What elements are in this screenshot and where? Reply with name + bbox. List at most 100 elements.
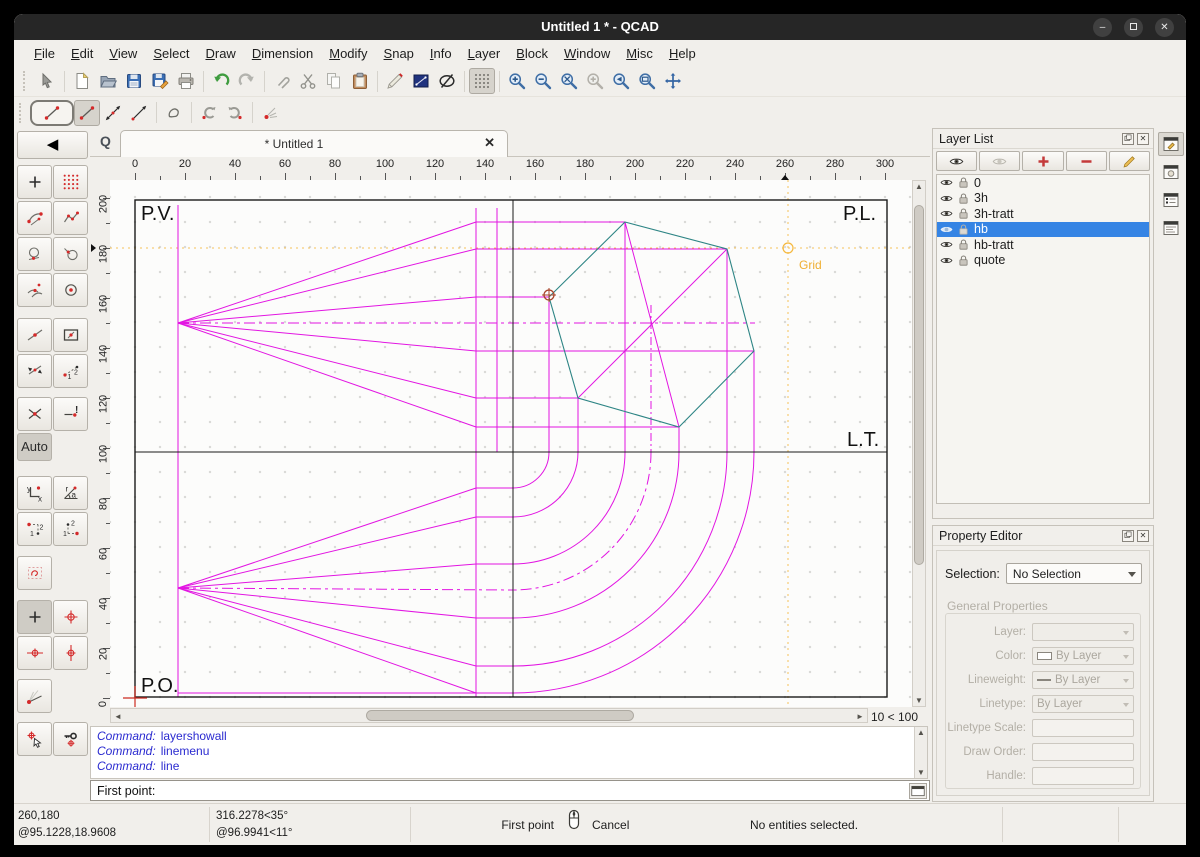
snap-auto-button[interactable]: Auto — [17, 433, 52, 461]
paste-button[interactable] — [347, 68, 373, 94]
isometric-off-button[interactable] — [434, 68, 460, 94]
layer-row[interactable]: 3h — [937, 191, 1149, 207]
background-color-button[interactable] — [408, 68, 434, 94]
snap-perpendicular-button[interactable] — [17, 237, 52, 271]
menu-window[interactable]: Window — [556, 43, 618, 64]
toggle-command-line-button[interactable] — [1158, 216, 1184, 240]
snap-distance-button[interactable] — [53, 354, 88, 388]
property-combobox[interactable]: By Layer — [1032, 695, 1134, 713]
snap-tangential-button[interactable] — [17, 273, 52, 307]
snap-relative-1-button[interactable] — [17, 512, 52, 546]
menu-misc[interactable]: Misc — [618, 43, 661, 64]
canvas-vertical-scrollbar[interactable]: ▲ ▼ — [912, 180, 926, 707]
menu-edit[interactable]: Edit — [63, 43, 101, 64]
eye-icon[interactable] — [940, 238, 953, 251]
eye-icon[interactable] — [940, 192, 953, 205]
copy-button[interactable] — [321, 68, 347, 94]
drawing-canvas[interactable]: GridP.V.P.L.L.T.P.O. — [110, 180, 912, 707]
drawing-preferences-button[interactable] — [382, 68, 408, 94]
snap-grid-button[interactable] — [53, 165, 88, 199]
scroll-right-icon[interactable]: ► — [854, 712, 866, 721]
close-button[interactable]: ✕ — [1155, 18, 1174, 37]
snap-free-button[interactable] — [17, 165, 52, 199]
history-scrollbar[interactable]: ▲▼ — [914, 727, 927, 778]
menu-help[interactable]: Help — [661, 43, 704, 64]
toolbar-grip[interactable] — [19, 103, 26, 123]
menu-draw[interactable]: Draw — [197, 43, 243, 64]
undo-button[interactable] — [208, 68, 234, 94]
snap-intersection-button[interactable] — [17, 397, 52, 431]
snap-endpoints-button[interactable] — [17, 201, 52, 235]
line-2-points-button[interactable] — [74, 100, 100, 126]
menu-snap[interactable]: Snap — [376, 43, 422, 64]
layer-row[interactable]: hb — [937, 222, 1149, 238]
eye-icon[interactable] — [940, 207, 953, 220]
selection-combobox[interactable]: No Selection — [1006, 563, 1142, 584]
property-combobox[interactable]: By Layer — [1032, 647, 1134, 665]
menu-modify[interactable]: Modify — [321, 43, 375, 64]
scroll-left-icon[interactable]: ◄ — [112, 712, 124, 721]
layer-row[interactable]: 3h-tratt — [937, 206, 1149, 222]
zoom-out-button[interactable] — [530, 68, 556, 94]
zoom-in-button[interactable] — [504, 68, 530, 94]
zoom-selection-button[interactable] — [582, 68, 608, 94]
command-history[interactable]: Command:layershowallCommand:linemenuComm… — [90, 726, 928, 779]
zoom-window-button[interactable] — [634, 68, 660, 94]
line-both-directions-button[interactable] — [100, 100, 126, 126]
grid-toggle-button[interactable] — [469, 68, 495, 94]
toggle-property-editor-button[interactable] — [1158, 132, 1184, 156]
toggle-layer-list-button[interactable] — [1158, 188, 1184, 212]
ray-button[interactable] — [126, 100, 152, 126]
menu-block[interactable]: Block — [508, 43, 556, 64]
layer-row[interactable]: hb-tratt — [937, 237, 1149, 253]
vertical-scroll-thumb[interactable] — [914, 205, 924, 565]
show-all-layers-button[interactable] — [936, 151, 977, 171]
snap-intersection-manual-button[interactable] — [53, 397, 88, 431]
property-combobox[interactable]: By Layer — [1032, 671, 1134, 689]
snap-relative-2-button[interactable] — [53, 512, 88, 546]
polyline-from-segments-button[interactable] — [196, 100, 222, 126]
lock-icon[interactable] — [957, 254, 970, 267]
restrict-off-button[interactable] — [17, 556, 52, 590]
cut-button[interactable] — [295, 68, 321, 94]
scroll-up-icon[interactable]: ▲ — [915, 728, 927, 737]
snap-center-button[interactable] — [53, 273, 88, 307]
new-file-button[interactable] — [69, 68, 95, 94]
restrict-horizontal-button[interactable] — [17, 636, 52, 670]
hide-all-layers-button[interactable] — [979, 151, 1020, 171]
lock-icon[interactable] — [957, 176, 970, 189]
point-button[interactable] — [257, 100, 283, 126]
lock-icon[interactable] — [957, 223, 970, 236]
remove-layer-button[interactable] — [1066, 151, 1107, 171]
snap-auto-button[interactable] — [17, 354, 52, 388]
layer-row[interactable]: 0 — [937, 175, 1149, 191]
scroll-down-icon[interactable]: ▼ — [915, 768, 927, 777]
freehand-line-button[interactable] — [161, 100, 187, 126]
paperclip-button[interactable] — [269, 68, 295, 94]
property-combobox[interactable] — [1032, 623, 1134, 641]
restrict-angle-button[interactable] — [17, 679, 52, 713]
float-panel-icon[interactable] — [1122, 530, 1134, 542]
lock-relative-zero-button[interactable] — [53, 722, 88, 756]
horizontal-scroll-thumb[interactable] — [366, 710, 634, 721]
back-button-button[interactable]: ◀ — [17, 131, 88, 159]
close-panel-icon[interactable]: ✕ — [1137, 530, 1149, 542]
menu-info[interactable]: Info — [422, 43, 460, 64]
print-button[interactable] — [173, 68, 199, 94]
property-input[interactable] — [1032, 719, 1134, 737]
lock-icon[interactable] — [957, 207, 970, 220]
toggle-library-browser-button[interactable] — [1158, 160, 1184, 184]
menu-file[interactable]: File — [26, 43, 63, 64]
previous-view-button[interactable] — [608, 68, 634, 94]
eye-icon[interactable] — [940, 223, 953, 236]
property-input[interactable] — [1032, 743, 1134, 761]
eye-icon[interactable] — [940, 176, 953, 189]
toolbar-grip[interactable] — [23, 71, 30, 91]
scroll-down-icon[interactable]: ▼ — [913, 696, 925, 705]
snap-coordinate-polar-button[interactable] — [53, 476, 88, 510]
edit-layer-button[interactable] — [1109, 151, 1150, 171]
add-layer-button[interactable] — [1022, 151, 1063, 171]
menu-dimension[interactable]: Dimension — [244, 43, 321, 64]
document-tab[interactable]: * Untitled 1 ✕ — [120, 130, 508, 157]
tab-close-icon[interactable]: ✕ — [484, 135, 495, 151]
